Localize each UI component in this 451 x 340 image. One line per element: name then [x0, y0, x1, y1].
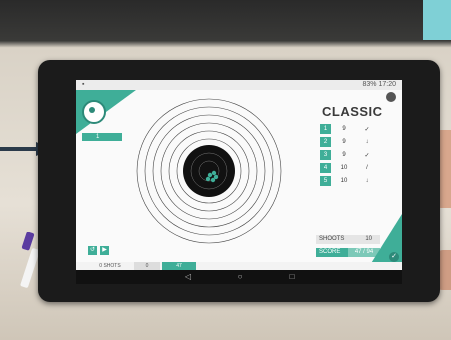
menu-icon[interactable] — [386, 92, 396, 102]
target-logo-icon[interactable] — [82, 100, 106, 124]
target-board — [136, 98, 282, 244]
play-icon[interactable]: ▶ — [100, 246, 109, 255]
shot-direction-icon: ↓ — [365, 178, 369, 184]
shot-value: 9 — [342, 152, 346, 158]
undo-icon[interactable]: ↺ — [88, 246, 97, 255]
current-shot-tab[interactable]: 1 — [82, 133, 122, 141]
shot-number: 1 — [320, 124, 331, 134]
tab-secondary[interactable]: 0 — [134, 262, 160, 270]
tablet-screen: ▪ 83% 17:20 1 CLASSIC 1 9 ✓ 2 9 ↓ 3 9 ✓ … — [76, 80, 402, 284]
shot-row: 2 9 ↓ — [320, 137, 386, 147]
shot-value: 9 — [342, 126, 346, 132]
score-label: SCORE — [316, 248, 348, 257]
shot-value: 9 — [342, 139, 346, 145]
shot-row: 5 10 ↓ — [320, 176, 386, 186]
shot-row: 1 9 ✓ — [320, 124, 386, 134]
shot-row: 3 9 ✓ — [320, 150, 386, 160]
shot-list: 1 9 ✓ 2 9 ↓ 3 9 ✓ 4 10 / 5 10 ↓ — [320, 124, 386, 189]
android-navbar: ◁ ○ □ — [76, 270, 402, 284]
recents-icon[interactable]: □ — [286, 272, 298, 281]
confirm-button[interactable]: ✓ — [389, 252, 399, 262]
shot-value: 10 — [340, 165, 348, 171]
shot-direction-icon: ✓ — [364, 152, 370, 159]
status-right: 83% 17:20 — [363, 81, 397, 88]
tab-total[interactable]: 47 — [162, 262, 196, 270]
home-icon[interactable]: ○ — [234, 272, 246, 281]
background-wall — [423, 0, 451, 40]
tab-shots[interactable]: 0 SHOTS — [90, 262, 130, 270]
shot-number: 3 — [320, 150, 331, 160]
mode-title: CLASSIC — [322, 104, 383, 119]
clock: 17:20 — [378, 81, 396, 88]
shot-number: 4 — [320, 163, 331, 173]
notification-icon: ▪ — [82, 81, 85, 88]
shoots-label: SHOOTS — [319, 236, 345, 242]
shot-direction-icon: ↓ — [365, 139, 369, 145]
bottom-tabs: 0 SHOTS 0 47 — [76, 262, 402, 270]
status-bar: ▪ 83% 17:20 — [76, 80, 402, 90]
battery-level: 83% — [362, 81, 377, 88]
back-icon[interactable]: ◁ — [182, 272, 194, 281]
shot-direction-icon: ✓ — [364, 126, 370, 133]
shot-value: 10 — [340, 178, 348, 184]
shot-number: 2 — [320, 137, 331, 147]
shot-direction-icon: / — [366, 165, 368, 171]
shot-number: 5 — [320, 176, 331, 186]
shot-row: 4 10 / — [320, 163, 386, 173]
